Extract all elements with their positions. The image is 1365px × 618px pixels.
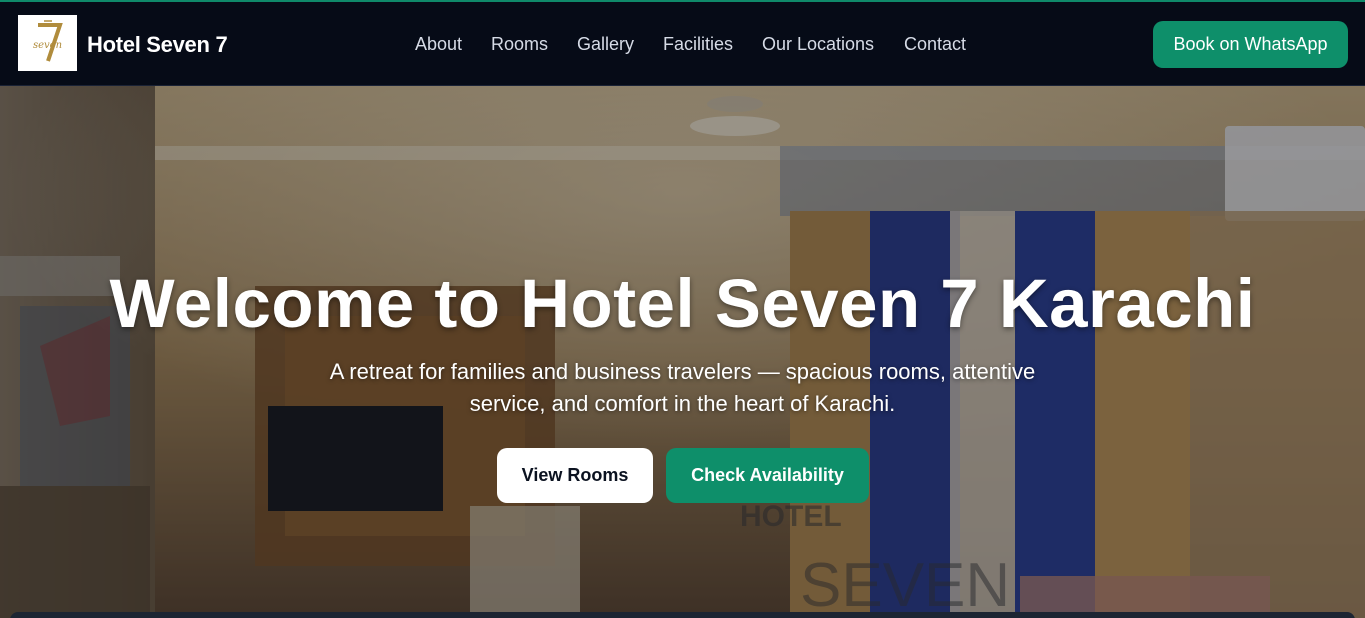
hotel-logo-icon[interactable]: seven: [18, 15, 77, 71]
nav-facilities[interactable]: Facilities: [663, 34, 733, 55]
nav-about[interactable]: About: [415, 34, 462, 55]
nav-gallery[interactable]: Gallery: [577, 34, 634, 55]
nav-contact[interactable]: Contact: [904, 34, 966, 55]
view-rooms-button[interactable]: View Rooms: [497, 448, 653, 503]
brand-name[interactable]: Hotel Seven 7: [87, 32, 228, 58]
hero-section: HOTEL SEVEN Welcome to Hotel Seven 7 Kar…: [0, 86, 1365, 618]
book-whatsapp-button[interactable]: Book on WhatsApp: [1153, 21, 1348, 68]
site-header: seven Hotel Seven 7 About Rooms Gallery …: [0, 0, 1365, 86]
logo-text: seven: [32, 40, 63, 51]
hero-dark-overlay: [0, 86, 1365, 618]
hero-subtitle: A retreat for families and business trav…: [329, 359, 1036, 416]
hero-title: Welcome to Hotel Seven 7 Karachi: [109, 265, 1256, 342]
next-section-edge: [10, 612, 1355, 618]
nav-our-locations[interactable]: Our Locations: [762, 34, 874, 55]
check-availability-button[interactable]: Check Availability: [666, 448, 869, 503]
nav-rooms[interactable]: Rooms: [491, 34, 548, 55]
